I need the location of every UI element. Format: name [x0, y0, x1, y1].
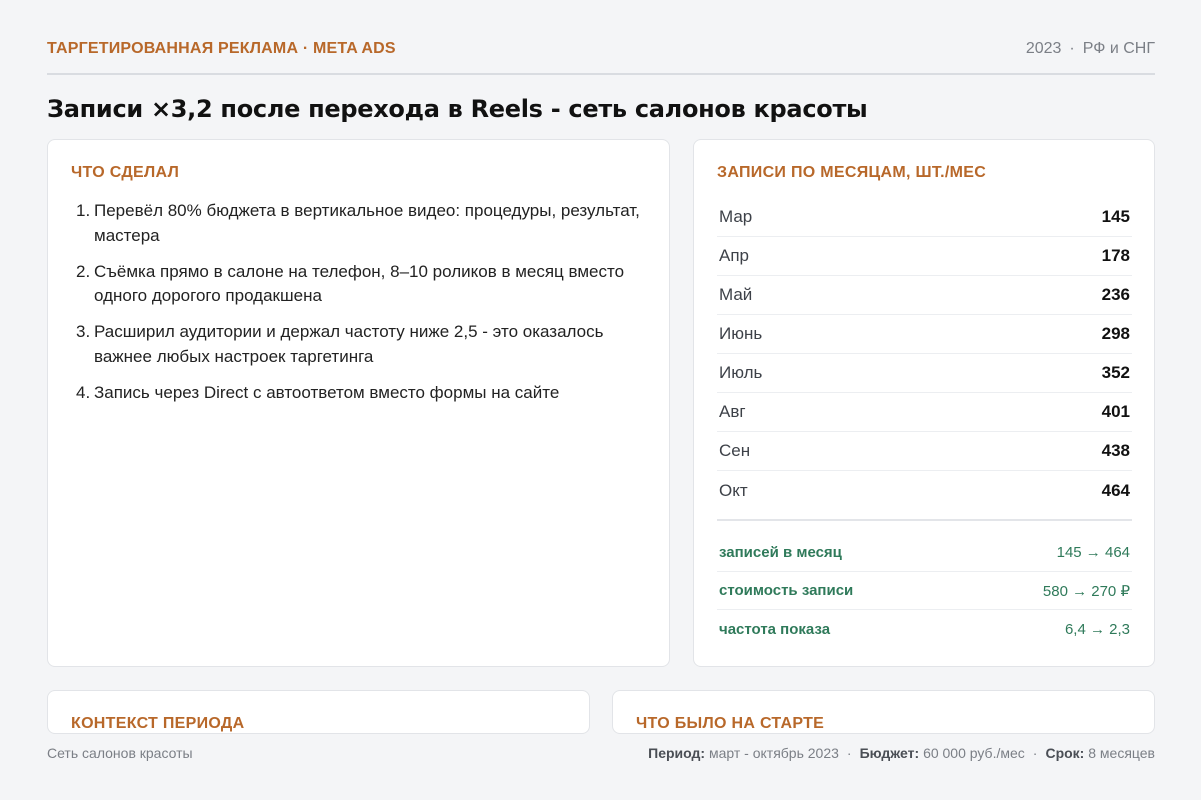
context-heading: КОНТЕКСТ ПЕРИОДА	[71, 715, 245, 732]
kpi-value: 6,4 → 2,3	[1064, 620, 1130, 638]
month-label: Сен	[719, 441, 751, 460]
month-label: Окт	[719, 480, 748, 500]
list-item: Съёмка прямо в салоне на телефон, 8–10 р…	[76, 260, 625, 306]
page-title: Записи ×3,2 после перехода в Reels - сет…	[47, 95, 868, 123]
term-label: Срок:	[1045, 745, 1085, 761]
kpi-row: стоимость записи 580 → 270 ₽	[717, 572, 1132, 610]
client-name: Сеть салонов красоты	[47, 745, 193, 761]
table-row: Сен 438	[717, 432, 1132, 471]
budget-value: 60 000 руб./мес	[923, 745, 1025, 761]
month-value: 178	[1101, 246, 1130, 265]
steps-list: Перевёл 80% бюджета в вертикальное видео…	[71, 199, 641, 417]
kpi-list: записей в месяц 145 → 464 стоимость запис…	[717, 534, 1132, 648]
table-row: Авг 401	[717, 393, 1132, 432]
month-value: 438	[1101, 441, 1130, 460]
month-label: Апр	[719, 246, 749, 265]
month-value: 236	[1101, 285, 1130, 304]
kpi-label: стоимость записи	[719, 582, 854, 599]
start-card: ЧТО БЫЛО НА СТАРТЕ	[612, 690, 1155, 734]
list-item: Перевёл 80% бюджета в вертикальное видео…	[76, 199, 640, 245]
kpi-value: 580 → 270 ₽	[1042, 582, 1130, 600]
month-label: Мар	[719, 207, 753, 226]
kpi-value: 145 → 464	[1056, 544, 1130, 561]
divider	[717, 519, 1132, 521]
monthly-heading: ЗАПИСИ ПО МЕСЯЦАМ, ШТ./МЕС	[717, 164, 987, 181]
month-value: 401	[1101, 402, 1130, 421]
month-label: Июль	[719, 363, 763, 382]
kpi-label: записей в месяц	[719, 544, 842, 561]
kpi-row: частота показа 6,4 → 2,3	[717, 610, 1132, 648]
page: ТАРГЕТИРОВАННАЯ РЕКЛАМА · META ADS 2023 ·…	[47, 0, 1155, 800]
category-kicker: ТАРГЕТИРОВАННАЯ РЕКЛАМА · META ADS	[47, 40, 396, 57]
separator-dot: ·	[1032, 745, 1038, 761]
separator-dot: ·	[846, 745, 852, 761]
period-label: Период:	[648, 745, 706, 761]
budget-label: Бюджет:	[859, 745, 920, 761]
monthly-card: ЗАПИСИ ПО МЕСЯЦАМ, ШТ./МЕС Мар 145 Апр 178…	[693, 139, 1155, 667]
start-heading: ЧТО БЫЛО НА СТАРТЕ	[636, 715, 825, 732]
term-value: 8 месяцев	[1088, 745, 1155, 761]
list-item: Расширил аудитории и держал частоту ниже…	[76, 320, 604, 366]
context-card: КОНТЕКСТ ПЕРИОДА	[47, 690, 590, 734]
done-heading: ЧТО СДЕЛАЛ	[71, 164, 180, 181]
kpi-label: частота показа	[719, 620, 831, 638]
year-label: 2023	[1025, 40, 1062, 57]
month-label: Июнь	[719, 324, 763, 343]
month-label: Авг	[719, 402, 746, 421]
region-label: РФ и СНГ	[1082, 40, 1155, 57]
table-row: Окт 464	[717, 471, 1132, 510]
period-value: март - октябрь 2023	[708, 745, 839, 761]
month-value: 352	[1101, 363, 1130, 382]
month-value: 298	[1101, 324, 1130, 343]
table-row: Апр 178	[717, 237, 1132, 276]
kpi-row: записей в месяц 145 → 464	[717, 534, 1132, 572]
table-row: Мар 145	[717, 198, 1132, 237]
footer-meta: Период: март - октябрь 2023 · Бюджет: 60 0…	[648, 745, 1155, 761]
table-row: Июнь 298	[717, 315, 1132, 354]
monthly-table: Мар 145 Апр 178 Май 236 Июнь 298 Июль 352 Авг…	[717, 198, 1132, 510]
header-meta: 2023 · РФ и СНГ	[1026, 40, 1155, 58]
table-row: Июль 352	[717, 354, 1132, 393]
month-label: Май	[719, 285, 753, 304]
table-row: Май 236	[717, 276, 1132, 315]
done-card: ЧТО СДЕЛАЛ Перевёл 80% бюджета в вертика…	[47, 139, 670, 667]
month-value: 145	[1101, 207, 1130, 226]
month-value: 464	[1101, 480, 1130, 500]
list-item: Запись через Direct с автоответом вместо…	[76, 381, 560, 405]
separator-dot: ·	[1069, 40, 1075, 57]
top-bar: ТАРГЕТИРОВАННАЯ РЕКЛАМА · META ADS 2023 ·…	[47, 38, 1155, 75]
